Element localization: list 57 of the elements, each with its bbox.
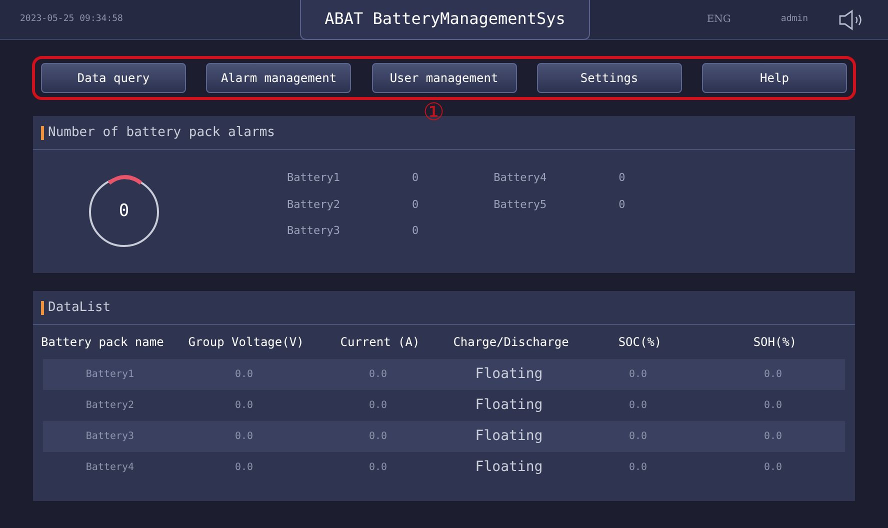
column-header: Current (A) — [339, 334, 421, 351]
table-cell-text: Floating — [474, 458, 544, 477]
table-cell-text: 0.0 — [234, 368, 254, 382]
table-cell-text: 0.0 — [762, 368, 784, 382]
table-cell-text: 0.0 — [368, 368, 388, 382]
battery-name: Battery5 — [494, 196, 548, 212]
table-cell-text: Battery1 — [84, 368, 136, 382]
table-cell-text: 0.0 — [234, 461, 254, 475]
nav-button[interactable]: Data query — [41, 63, 186, 93]
alarm-count: 0 — [412, 170, 419, 186]
nav-button[interactable]: Alarm management — [206, 63, 352, 93]
callout-number: ① — [423, 100, 445, 124]
battery-name: Battery1 — [287, 170, 341, 186]
table-cell-text: 0.0 — [628, 461, 648, 475]
window-title: ABAT BatteryManagementSys — [300, 0, 590, 40]
table-cell-text: Floating — [474, 396, 544, 415]
table-cell-text: 0.0 — [234, 430, 254, 444]
table-cell-text: 0.0 — [368, 430, 388, 444]
alarm-count: 0 — [618, 170, 626, 186]
panel-title: Number of battery pack alarms — [48, 124, 275, 142]
alarm-count: 0 — [412, 223, 419, 239]
user-label: admin — [780, 12, 808, 26]
battery-name: Battery2 — [287, 196, 341, 212]
table-cell-text: Battery3 — [84, 430, 136, 444]
battery-name: Battery4 — [494, 170, 548, 186]
column-header: Battery pack name — [41, 334, 165, 351]
table-cell-text: 0.0 — [762, 461, 784, 475]
battery-name: Battery3 — [287, 223, 341, 239]
language-label: ENG — [706, 13, 731, 27]
datetime: 2023-05-25 09:34:58 — [20, 12, 124, 26]
column-header: SOH(%) — [752, 334, 798, 351]
table-cell-text: 0.0 — [234, 399, 254, 413]
accent-bar — [41, 300, 44, 314]
column-header: Charge/Discharge — [452, 334, 570, 351]
table-cell-text: 0.0 — [368, 399, 388, 413]
table-cell-text: Battery2 — [84, 399, 136, 413]
table-cell-text: Floating — [474, 427, 544, 446]
alarm-count: 0 — [412, 196, 419, 212]
table-cell-text: 0.0 — [628, 368, 648, 382]
table-cell-text: 0.0 — [628, 399, 648, 413]
table-cell-text: Floating — [474, 365, 544, 384]
table-cell-text: Battery4 — [84, 461, 136, 475]
table-cell-text: 0.0 — [762, 399, 784, 413]
panel-title: DataList — [48, 298, 111, 317]
gauge-arc-icon — [107, 172, 143, 184]
accent-bar — [41, 126, 44, 140]
alarm-count: 0 — [618, 196, 626, 212]
nav-button[interactable]: User management — [372, 63, 516, 93]
speaker-icon[interactable] — [838, 8, 864, 30]
table-cell-text: 0.0 — [762, 430, 784, 444]
column-header: SOC(%) — [617, 334, 663, 351]
nav-button[interactable]: Settings — [536, 63, 682, 93]
nav-button[interactable]: Help — [702, 63, 847, 93]
alarm-total: 0 — [118, 200, 130, 223]
table-cell-text: 0.0 — [628, 430, 648, 444]
table-cell-text: 0.0 — [368, 461, 388, 475]
column-header: Group Voltage(V) — [187, 334, 305, 351]
